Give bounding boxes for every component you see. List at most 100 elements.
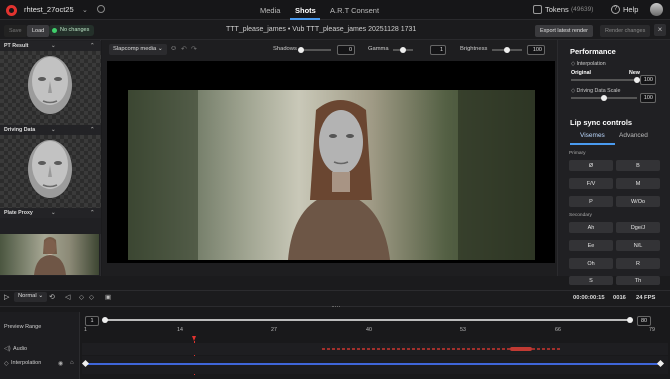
slider-handle[interactable]: [400, 47, 406, 53]
playback-speed-dropdown[interactable]: Normal ⌄: [14, 292, 48, 302]
driving-scale-slider[interactable]: [571, 95, 637, 101]
original-label: Original: [571, 70, 592, 76]
plate-proxy-thumbnail[interactable]: [0, 234, 99, 275]
chevron-down-icon[interactable]: ⌄: [82, 6, 88, 14]
range-start-field[interactable]: 1: [85, 316, 99, 326]
tab-visemes[interactable]: Visemes: [580, 132, 605, 139]
range-start-handle[interactable]: [102, 317, 108, 323]
frame-number: 0016: [613, 295, 626, 301]
loop-icon[interactable]: ⟲: [49, 293, 55, 301]
shot-toolbar: Save Load No changes TTT_please_james • …: [0, 20, 670, 40]
driving-scale-value-field[interactable]: 100: [640, 93, 656, 103]
prev-keyframe-icon[interactable]: ◇: [79, 293, 84, 301]
viseme-button-th[interactable]: Th: [616, 276, 660, 285]
app-logo-icon[interactable]: [6, 5, 17, 16]
visemes-tab-indicator: [570, 143, 615, 145]
frame-tick-label: 79: [649, 327, 655, 333]
viseme-button-oh[interactable]: Oh: [569, 258, 613, 269]
help-icon[interactable]: ?: [611, 5, 620, 14]
section-plate-proxy[interactable]: Plate Proxy ⌄ ⌃: [0, 208, 101, 218]
help-label[interactable]: Help: [623, 5, 638, 14]
keyframe-start[interactable]: [81, 359, 90, 368]
viseme-button-r[interactable]: R: [616, 258, 660, 269]
gamma-slider[interactable]: [393, 47, 413, 53]
range-end-field[interactable]: 80: [637, 316, 651, 326]
visibility-eye-icon[interactable]: ◉: [58, 360, 63, 367]
brightness-slider[interactable]: [492, 47, 522, 53]
tab-art-consent[interactable]: A.R.T Consent: [330, 6, 379, 15]
volume-icon[interactable]: ◁: [65, 293, 70, 301]
viseme-button-fv[interactable]: F/V: [569, 178, 613, 189]
gamma-label: Gamma: [368, 46, 389, 52]
export-render-button[interactable]: Export latest render: [535, 25, 593, 37]
section-driving-data[interactable]: Driving Data ⌄ ⌃: [0, 125, 101, 135]
viseme-button-p[interactable]: P: [569, 196, 613, 207]
project-name[interactable]: rhtest_27oct25: [24, 5, 74, 14]
viseme-button-m[interactable]: M: [616, 178, 660, 189]
interpolation-setting-label: ◇ Interpolation: [571, 61, 606, 67]
woman-image: [128, 90, 535, 260]
viseme-button-neutral[interactable]: Ø: [569, 160, 613, 171]
viseme-button-ah[interactable]: Ah: [569, 222, 613, 233]
viseme-button-ee[interactable]: Ee: [569, 240, 613, 251]
viseme-button-nl[interactable]: N/L: [616, 240, 660, 251]
media-mode-dropdown[interactable]: Slapcomp media ⌄: [109, 44, 167, 55]
undo-icon[interactable]: ↶: [181, 45, 187, 53]
viseme-button-dgej[interactable]: Dge/J: [616, 222, 660, 233]
tokens-label[interactable]: Tokens: [545, 5, 569, 14]
section-pt-result[interactable]: PT Result ⌄ ⌃: [0, 41, 101, 51]
range-end-handle[interactable]: [627, 317, 633, 323]
driving-data-thumbnail[interactable]: [0, 135, 101, 209]
status-text: No changes: [60, 27, 90, 33]
interpolation-value-field[interactable]: 100: [640, 75, 656, 85]
render-changes-button[interactable]: Render changes: [600, 25, 651, 37]
play-icon[interactable]: ▷: [4, 293, 9, 301]
save-button[interactable]: Save: [4, 25, 27, 37]
tokens-count: (49639): [571, 6, 594, 13]
slider-handle[interactable]: [298, 47, 304, 53]
performance-title: Performance: [570, 47, 616, 56]
resize-handle[interactable]: [332, 306, 340, 308]
viseme-button-b[interactable]: B: [616, 160, 660, 171]
camera-icon[interactable]: ▣: [105, 293, 111, 301]
interpolation-track-lane[interactable]: [81, 356, 668, 374]
driving-scale-label: ◇ Driving Data Scale: [571, 88, 621, 94]
top-bar: rhtest_27oct25 ⌄ Media Shots A.R.T Conse…: [0, 0, 670, 20]
slider-handle[interactable]: [504, 47, 510, 53]
interpolation-track-label: Interpolation: [11, 360, 42, 366]
timecode: 00:00:00:15: [573, 295, 605, 301]
shadows-value-field[interactable]: 0: [337, 45, 355, 55]
audio-track-lane[interactable]: [82, 343, 668, 355]
interpolation-curve: [85, 363, 662, 365]
tab-advanced[interactable]: Advanced: [619, 132, 648, 139]
shot-title: TTT_please_james • Vub TTT_please_james …: [226, 26, 417, 33]
load-button[interactable]: Load: [27, 25, 50, 37]
smiley-icon[interactable]: ☺: [170, 45, 177, 52]
keyframe-end[interactable]: [656, 359, 665, 368]
shadows-label: Shadows: [273, 46, 297, 52]
status-dot-icon: [52, 28, 57, 33]
brightness-value-field[interactable]: 100: [527, 45, 545, 55]
slider-handle[interactable]: [601, 95, 607, 101]
gamma-value-field[interactable]: 1: [430, 45, 446, 55]
next-keyframe-icon[interactable]: ◇: [89, 293, 94, 301]
person-image: [34, 237, 66, 275]
pt-result-thumbnail[interactable]: [0, 51, 101, 125]
interpolation-slider[interactable]: [571, 77, 640, 83]
primary-label: Primary: [569, 151, 586, 156]
shadows-slider[interactable]: [298, 47, 331, 53]
thumbnail-spacer: [0, 218, 101, 234]
audio-track-label: Audio: [13, 346, 28, 352]
lock-icon[interactable]: ⌂: [70, 360, 74, 366]
redo-icon[interactable]: ↷: [191, 45, 197, 53]
close-icon[interactable]: ×: [654, 24, 666, 36]
tab-shots[interactable]: Shots: [295, 6, 316, 15]
settings-icon[interactable]: [97, 5, 105, 13]
tab-media[interactable]: Media: [260, 6, 280, 15]
viseme-button-s[interactable]: S: [569, 276, 613, 285]
preview-frame[interactable]: [128, 90, 535, 260]
brightness-label: Brightness: [460, 46, 488, 52]
range-slider-track[interactable]: [104, 319, 631, 321]
user-avatar[interactable]: [650, 3, 663, 16]
viseme-button-woo[interactable]: W/Oo: [616, 196, 660, 207]
